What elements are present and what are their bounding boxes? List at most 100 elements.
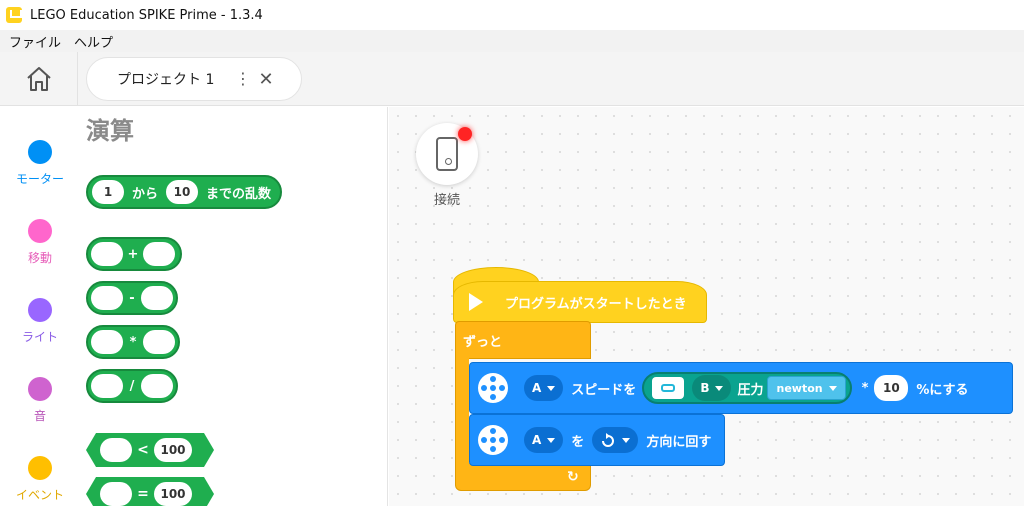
factor-input[interactable]: 10: [874, 375, 909, 401]
category-motor-dot: [28, 140, 52, 164]
random-from-label: から: [132, 186, 159, 202]
more-options-icon[interactable]: ⋮: [235, 71, 251, 87]
category-sound-dot: [28, 377, 52, 401]
code-canvas[interactable]: 接続 プログラムがスタートしたとき ずっと ↻ A スピードを B 圧力 new…: [389, 107, 1024, 506]
multiply-left-input[interactable]: [91, 330, 123, 354]
connect-button[interactable]: [416, 123, 478, 185]
play-icon: [469, 293, 483, 311]
palette-title: 演算: [86, 117, 134, 145]
force-sensor-icon: [652, 377, 685, 399]
connect-hub[interactable]: 接続: [416, 123, 478, 208]
category-light[interactable]: ライト: [0, 298, 80, 345]
category-sound-label: 音: [33, 409, 46, 423]
speed-port-value: A: [532, 381, 542, 395]
divide-block[interactable]: /: [86, 369, 178, 403]
tab-project-label: プロジェクト 1: [117, 72, 215, 88]
wo-label: を: [571, 434, 585, 450]
connect-label: 接続: [433, 193, 460, 208]
multiply-right-input[interactable]: [143, 330, 175, 354]
add-right-input[interactable]: [143, 242, 175, 266]
direction-port-dropdown[interactable]: A: [524, 427, 564, 453]
home-icon: [26, 67, 51, 91]
pressure-label: 圧力: [737, 382, 764, 398]
menu-bar: ファイル ヘルプ: [0, 30, 1024, 52]
clockwise-icon: [602, 433, 615, 447]
home-button[interactable]: [0, 52, 78, 106]
category-sidebar: モーター 移動 ライト 音 イベント: [0, 107, 80, 506]
chevron-down-icon: [622, 437, 631, 443]
direction-port-value: A: [532, 433, 542, 447]
category-events-label: イベント: [15, 488, 64, 502]
forever-label: ずっと: [463, 335, 503, 350]
motor-icon: [478, 425, 508, 455]
divide-operator: /: [129, 378, 135, 394]
close-tab-icon[interactable]: ✕: [251, 69, 281, 90]
multiply-label: *: [861, 380, 869, 396]
sensor-port-value: B: [700, 381, 710, 395]
category-events[interactable]: イベント: [0, 456, 80, 503]
tab-project[interactable]: プロジェクト 1 ⋮ ✕: [86, 57, 302, 101]
app-logo-icon: [6, 7, 22, 23]
run-direction-block[interactable]: A を 方向に回す: [469, 414, 725, 466]
rotate-label: 方向に回す: [646, 434, 712, 450]
add-operator: +: [127, 246, 139, 262]
add-block[interactable]: +: [86, 237, 182, 271]
hat-block-label: プログラムがスタートしたとき: [505, 296, 687, 312]
tab-strip: プロジェクト 1 ⋮ ✕: [0, 52, 1024, 106]
category-light-dot: [28, 298, 52, 322]
menu-file[interactable]: ファイル: [9, 32, 61, 51]
loop-arrow-icon: ↻: [567, 469, 579, 485]
category-sound[interactable]: 音: [0, 377, 80, 424]
subtract-left-input[interactable]: [91, 286, 123, 310]
random-to-input[interactable]: 10: [166, 180, 199, 204]
random-block[interactable]: 1 から 10 までの乱数: [86, 175, 282, 209]
divide-left-input[interactable]: [91, 374, 123, 398]
chevron-down-icon: [715, 385, 724, 391]
category-movement[interactable]: 移動: [0, 219, 80, 266]
equals-left-input[interactable]: [100, 482, 132, 506]
title-bar: LEGO Education SPIKE Prime - 1.3.4: [0, 0, 1024, 30]
less-than-operator: <: [137, 442, 149, 458]
window-title: LEGO Education SPIKE Prime - 1.3.4: [30, 7, 263, 23]
equals-right-input[interactable]: 100: [154, 482, 192, 506]
chevron-down-icon: [547, 437, 556, 443]
disconnected-indicator-icon: [458, 127, 472, 141]
force-sensor-reporter[interactable]: B 圧力 newton: [642, 372, 852, 404]
percent-suffix: %にする: [916, 382, 969, 398]
chevron-down-icon: [547, 385, 556, 391]
random-from-input[interactable]: 1: [92, 180, 124, 204]
hub-device-icon: [436, 137, 458, 171]
less-than-block[interactable]: < 100: [86, 433, 214, 467]
sensor-port-dropdown[interactable]: B: [692, 375, 732, 401]
category-motor-label: モーター: [15, 172, 64, 186]
category-light-label: ライト: [21, 330, 58, 344]
chevron-down-icon: [828, 385, 837, 391]
spike-app: LEGO Education SPIKE Prime - 1.3.4 ファイル …: [0, 0, 1024, 506]
equals-operator: =: [137, 486, 149, 502]
less-than-left-input[interactable]: [100, 438, 132, 462]
subtract-right-input[interactable]: [141, 286, 173, 310]
divide-right-input[interactable]: [141, 374, 173, 398]
block-palette: 演算 1 から 10 までの乱数 + - * / < 100 = 100: [80, 107, 388, 506]
direction-dropdown[interactable]: [592, 427, 639, 453]
unit-dropdown[interactable]: newton: [767, 376, 846, 400]
speed-port-dropdown[interactable]: A: [524, 375, 564, 401]
motor-icon: [478, 373, 508, 403]
hat-block-content: プログラムがスタートしたとき: [453, 281, 707, 323]
set-speed-block[interactable]: A スピードを B 圧力 newton * 10 %にする: [469, 362, 1013, 414]
category-events-dot: [28, 456, 52, 480]
random-to-label: までの乱数: [206, 186, 272, 202]
category-motor[interactable]: モーター: [0, 140, 80, 187]
category-movement-label: 移動: [27, 251, 52, 265]
equals-block[interactable]: = 100: [86, 477, 214, 506]
multiply-block[interactable]: *: [86, 325, 180, 359]
speed-label: スピードを: [571, 382, 637, 398]
less-than-right-input[interactable]: 100: [154, 438, 192, 462]
multiply-operator: *: [129, 334, 137, 350]
add-left-input[interactable]: [91, 242, 123, 266]
category-movement-dot: [28, 219, 52, 243]
unit-value: newton: [776, 381, 823, 395]
subtract-block[interactable]: -: [86, 281, 178, 315]
menu-help[interactable]: ヘルプ: [74, 32, 113, 51]
subtract-operator: -: [129, 290, 135, 306]
